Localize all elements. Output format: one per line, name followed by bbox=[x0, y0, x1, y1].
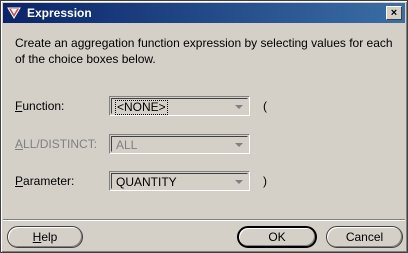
expression-dialog: Expression × Create an aggregation funct… bbox=[0, 0, 408, 253]
close-button[interactable]: × bbox=[386, 6, 402, 20]
all-distinct-select-value: ALL bbox=[116, 138, 138, 152]
chevron-down-icon[interactable] bbox=[233, 139, 245, 151]
cancel-button[interactable]: Cancel bbox=[326, 226, 403, 248]
parameter-select[interactable]: QUANTITY bbox=[109, 171, 250, 191]
function-select-value: <NONE> bbox=[115, 100, 168, 115]
close-icon: × bbox=[390, 6, 398, 19]
function-select[interactable]: <NONE> bbox=[109, 96, 250, 116]
button-separator bbox=[3, 219, 405, 221]
chevron-down-icon[interactable] bbox=[233, 101, 245, 113]
title-bar[interactable]: Expression × bbox=[3, 3, 405, 23]
window-title: Expression bbox=[27, 6, 92, 20]
parameter-label: Parameter: bbox=[15, 174, 75, 188]
open-paren: ( bbox=[263, 99, 267, 113]
close-paren: ) bbox=[263, 174, 267, 188]
chevron-down-icon[interactable] bbox=[233, 176, 245, 188]
function-label: Function: bbox=[15, 99, 65, 113]
all-distinct-select[interactable]: ALL bbox=[109, 134, 250, 154]
ok-button[interactable]: OK bbox=[237, 226, 317, 248]
all-distinct-label: ALL/DISTINCT: bbox=[15, 137, 98, 151]
help-button[interactable]: Help bbox=[7, 226, 83, 248]
instruction-text: Create an aggregation function expressio… bbox=[15, 36, 393, 66]
app-icon bbox=[7, 6, 21, 20]
parameter-select-value: QUANTITY bbox=[116, 175, 177, 189]
